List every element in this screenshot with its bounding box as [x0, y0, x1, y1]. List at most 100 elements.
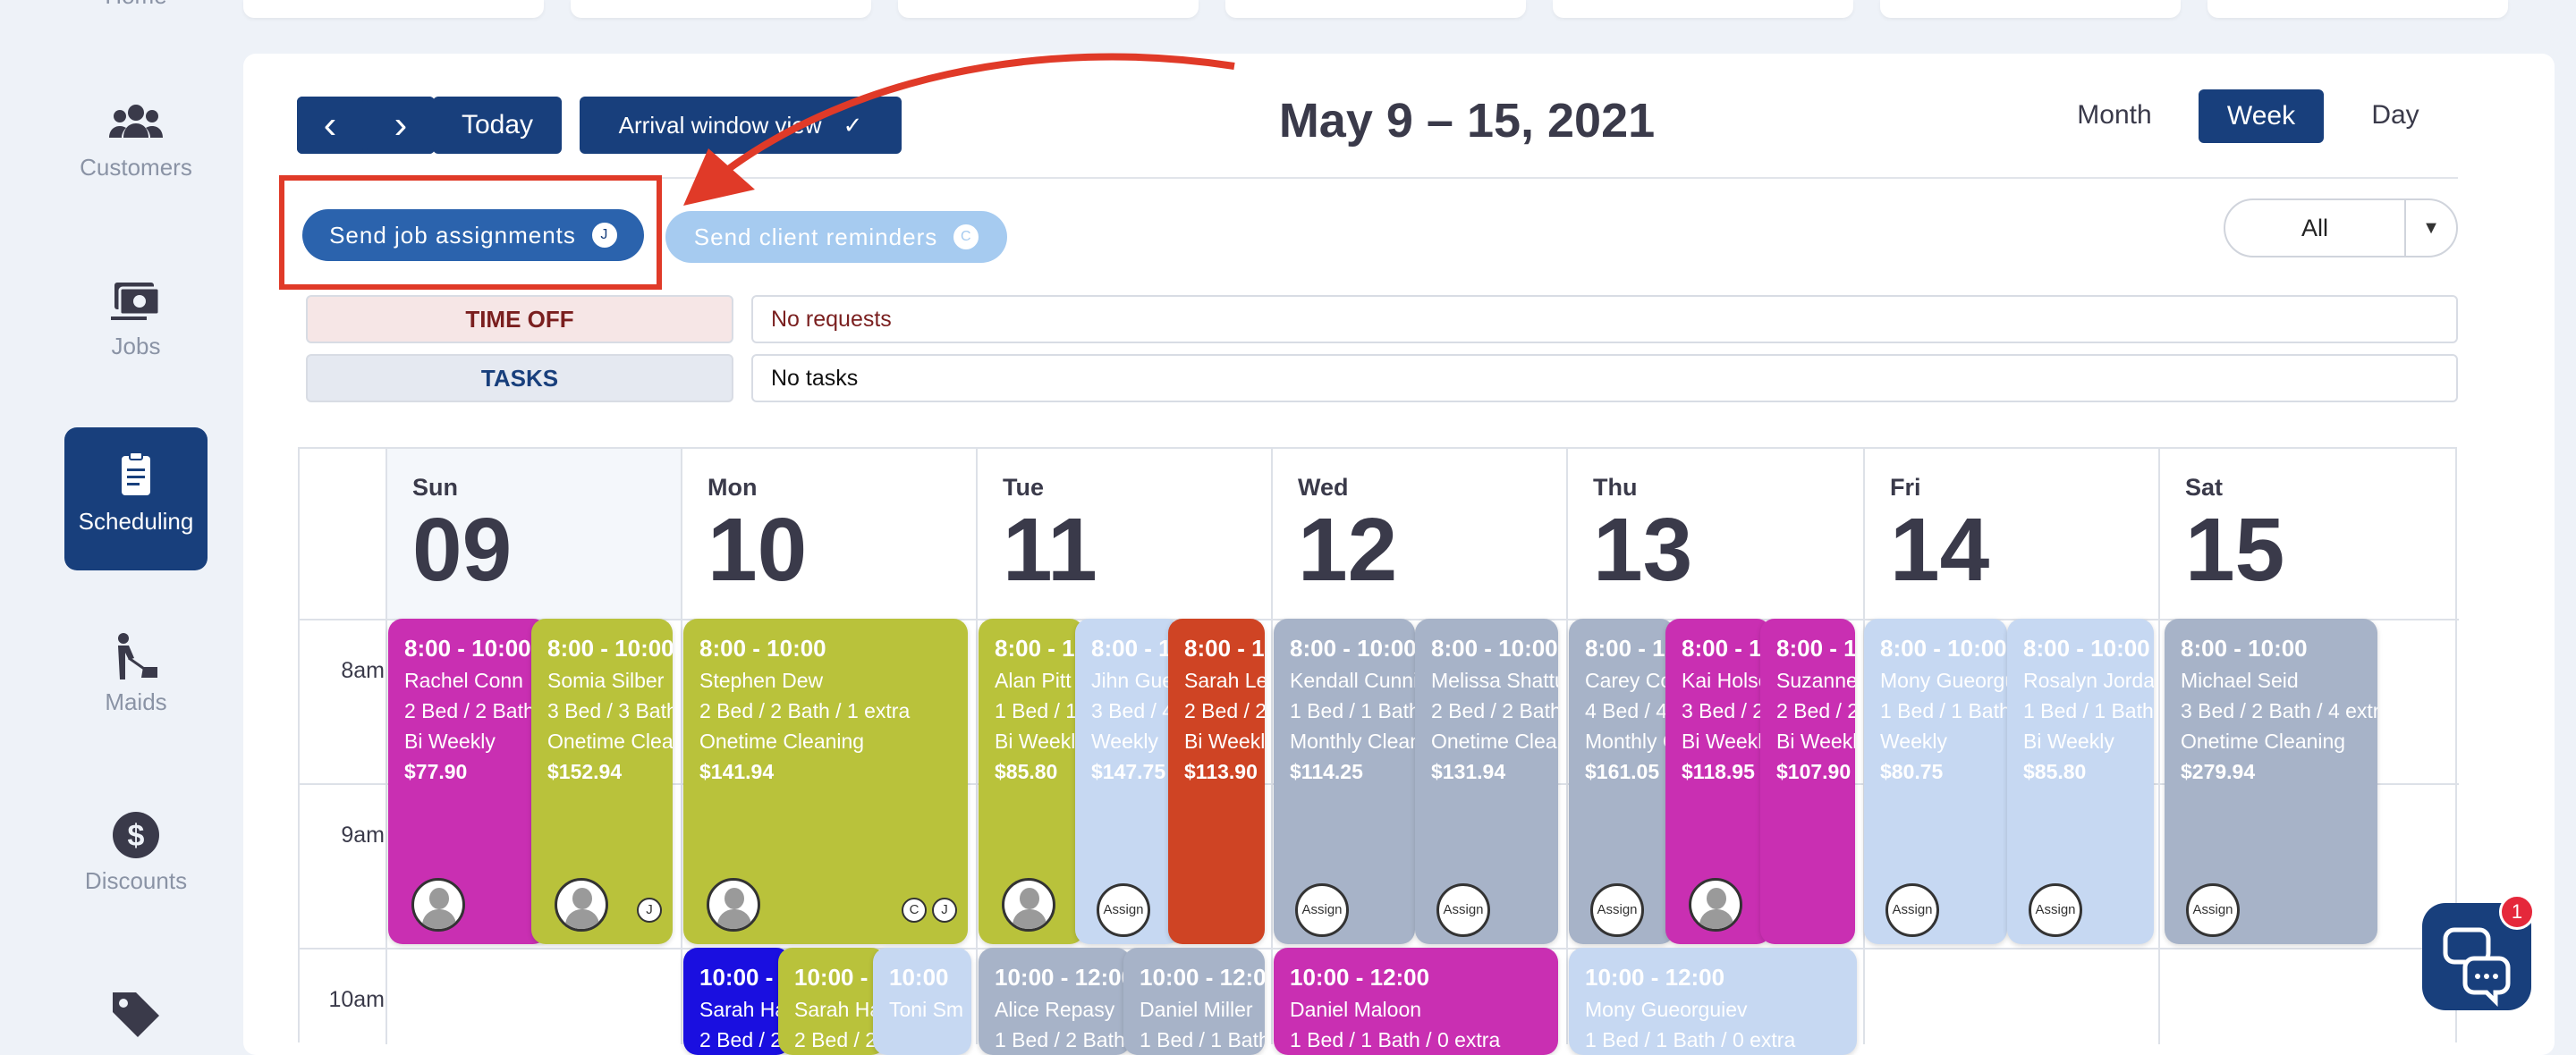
job-rooms: 1 Bed / 1 Bath	[995, 699, 1084, 722]
summary-card	[1880, 0, 2181, 18]
day-header-wed: Wed 12	[1298, 474, 1398, 600]
sidebar-item-customers[interactable]: Customers	[64, 97, 208, 181]
assign-button[interactable]: Assign	[1436, 883, 1490, 937]
job-price: $107.90	[1776, 760, 1852, 783]
job-card[interactable]: 8:00 - 10:00 Rosalyn Jordan 1 Bed / 1 Bath…	[2007, 619, 2154, 944]
job-rooms: 2 Bed / 2 Bath	[1431, 699, 1558, 722]
job-card[interactable]: 8:00 - 10:00 Michael Seid 3 Bed / 2 Bath /…	[2165, 619, 2377, 944]
next-button[interactable]: ›	[367, 97, 435, 154]
assign-button[interactable]: Assign	[2029, 883, 2082, 937]
job-card[interactable]: 8:00 - 10:00 Carey Cole 4 Bed / 4 Bath Mont…	[1569, 619, 1674, 944]
job-name: Mony Gueorguiev	[1585, 998, 1748, 1021]
job-card[interactable]: 8:00 - 10:00 Melissa Shattuck 2 Bed / 2 Ba…	[1415, 619, 1558, 944]
job-card[interactable]: 10:00 - 12:00 Mony Gueorguiev 1 Bed / 1 Ba…	[1569, 948, 1857, 1055]
dollar-icon: $	[113, 812, 159, 858]
job-card[interactable]: 10:00 - 12:00 Sarah Ha 2 Bed / 2 Bath	[683, 948, 791, 1055]
summary-card	[898, 0, 1199, 18]
sidebar-item-maids[interactable]: Maids	[64, 631, 208, 716]
job-freq: Bi Weekly	[1776, 730, 1855, 753]
job-freq: Bi Weekly	[995, 730, 1084, 753]
send-client-reminders-button[interactable]: Send client reminders C	[665, 211, 1007, 263]
job-card[interactable]: 10:00 - 12:00 Daniel Maloon 1 Bed / 1 Bath…	[1274, 948, 1558, 1055]
assign-button[interactable]: Assign	[2186, 883, 2240, 937]
job-key-icon: J	[932, 898, 957, 923]
job-card[interactable]: 8:00 - 10:00 Mony Gueorguiev 1 Bed / 1 Bat…	[1864, 619, 2007, 944]
job-card[interactable]: 10:00 - 12:00 Sarah Ha 2 Bed / 2 Bath	[778, 948, 886, 1055]
job-rooms: 3 Bed / 3 Bath	[547, 699, 673, 722]
maid-avatar[interactable]	[555, 878, 608, 932]
assign-button[interactable]: Assign	[1097, 883, 1150, 937]
job-name: Melissa Shattuck	[1431, 669, 1558, 692]
job-card[interactable]: 8:00 - 10:00 Kai Holscher 3 Bed / 2 Bath Bi…	[1665, 619, 1771, 944]
job-time: 8:00 - 10:00	[1585, 635, 1674, 662]
maid-avatar[interactable]	[1002, 878, 1055, 932]
job-card[interactable]: 8:00 - 10:00 Sarah Lee 2 Bed / 2 Bath Bi We…	[1168, 619, 1265, 944]
job-card[interactable]: 8:00 - 10:00 Rachel Conn 2 Bed / 2 Bath Bi …	[388, 619, 547, 944]
job-time: 10:00 - 12:00	[699, 964, 791, 991]
job-card[interactable]: 8:00 - 10:00 Alan Pitt 1 Bed / 1 Bath Bi We…	[979, 619, 1084, 944]
filter-select[interactable]: All ▼	[2224, 198, 2458, 257]
job-freq: Bi Weekly	[2023, 730, 2114, 753]
chevron-down-icon: ▼	[2422, 217, 2440, 238]
divider	[2158, 449, 2160, 1044]
divider	[976, 449, 978, 1044]
maid-avatar[interactable]	[411, 878, 465, 932]
view-week[interactable]: Week	[2199, 89, 2324, 143]
job-card[interactable]: 10:00 Toni Sm	[873, 948, 971, 1055]
send-job-assignments-button[interactable]: Send job assignments J	[302, 209, 644, 261]
job-name: Alice Repasy	[995, 998, 1115, 1021]
time-off-value: No requests	[751, 295, 2458, 343]
job-freq: Bi Weekly	[404, 730, 496, 753]
maid-avatar[interactable]	[707, 878, 760, 932]
sidebar-item-scheduling[interactable]: Scheduling	[64, 427, 208, 570]
send-job-assignments-label: Send job assignments	[329, 221, 576, 249]
assign-button[interactable]: Assign	[1590, 883, 1644, 937]
job-time: 10:00 - 12:00	[1585, 964, 1725, 991]
view-month[interactable]: Month	[2057, 100, 2172, 131]
job-card[interactable]: 8:00 - 10:00 Kendall Cunningham 1 Bed / 1 …	[1274, 619, 1415, 944]
job-card[interactable]: 10:00 - 12:00 Daniel Miller 1 Bed / 1 Bath	[1123, 948, 1265, 1055]
prev-button[interactable]: ‹	[297, 97, 363, 154]
sidebar-item-jobs[interactable]: Jobs	[64, 275, 208, 360]
assign-button[interactable]: Assign	[1295, 883, 1349, 937]
job-freq: Onetime Cleaning	[1431, 730, 1558, 753]
maid-avatar[interactable]	[1689, 878, 1742, 932]
job-rooms: 3 Bed / 2 Bath / 4 extra	[2181, 699, 2377, 722]
job-rooms: 2 Bed / 2 Bath	[794, 1028, 886, 1051]
sidebar-item-label: Jobs	[111, 333, 161, 359]
maids-icon	[118, 633, 157, 679]
time-label: 9am	[341, 823, 385, 848]
job-card[interactable]: 8:00 - 10:00 Somia Silber 3 Bed / 3 Bath On…	[531, 619, 673, 944]
job-rooms: 1 Bed / 1 Bath	[2023, 699, 2154, 722]
job-rooms: 1 Bed / 1 Bath	[1880, 699, 2007, 722]
sidebar-item-home[interactable]: Home	[64, 0, 208, 18]
sidebar: Home Customers Jobs Scheduling Maids $ D…	[0, 0, 243, 1042]
job-rooms: 2 Bed / 2 Bath	[699, 1028, 791, 1051]
job-time: 8:00 - 10:00	[1880, 635, 2007, 662]
tasks-label: TASKS	[306, 354, 733, 402]
divider	[681, 449, 682, 1044]
job-price: $131.94	[1431, 760, 1506, 783]
scheduling-icon	[122, 452, 150, 495]
today-button[interactable]: Today	[433, 97, 562, 154]
sidebar-item-tags[interactable]	[64, 987, 208, 1044]
job-name: Sarah Ha	[794, 998, 882, 1021]
assign-button[interactable]: Assign	[1885, 883, 1939, 937]
job-freq: Monthly Cleaning	[1585, 730, 1674, 753]
job-name: Carey Cole	[1585, 669, 1674, 692]
job-card[interactable]: 10:00 - 12:00 Alice Repasy 1 Bed / 2 Bath	[979, 948, 1131, 1055]
job-key-icon: J	[637, 898, 662, 923]
view-day[interactable]: Day	[2343, 100, 2447, 131]
job-card[interactable]: 8:00 - 10:00 Suzanne 2 Bed / 2 Bath Bi Week…	[1760, 619, 1855, 944]
job-rooms: 2 Bed / 2 Bath	[1184, 699, 1265, 722]
job-name: Daniel Maloon	[1290, 998, 1422, 1021]
sidebar-item-discounts[interactable]: $ Discounts	[64, 810, 208, 895]
job-time: 8:00 - 10:00	[547, 635, 673, 662]
day-header-tue: Tue 11	[1003, 474, 1097, 600]
annotation-arrow	[683, 53, 1235, 206]
job-name: Alan Pitt	[995, 669, 1072, 692]
job-card[interactable]: 8:00 - 10:00 Stephen Dew 2 Bed / 2 Bath / …	[683, 619, 968, 944]
job-card[interactable]: 8:00 - 10:00 Jihn Guerra 3 Bed / 4 Bath Wee…	[1075, 619, 1181, 944]
job-freq: Weekly	[1880, 730, 1947, 753]
job-rooms: 3 Bed / 4 Bath	[1091, 699, 1181, 722]
